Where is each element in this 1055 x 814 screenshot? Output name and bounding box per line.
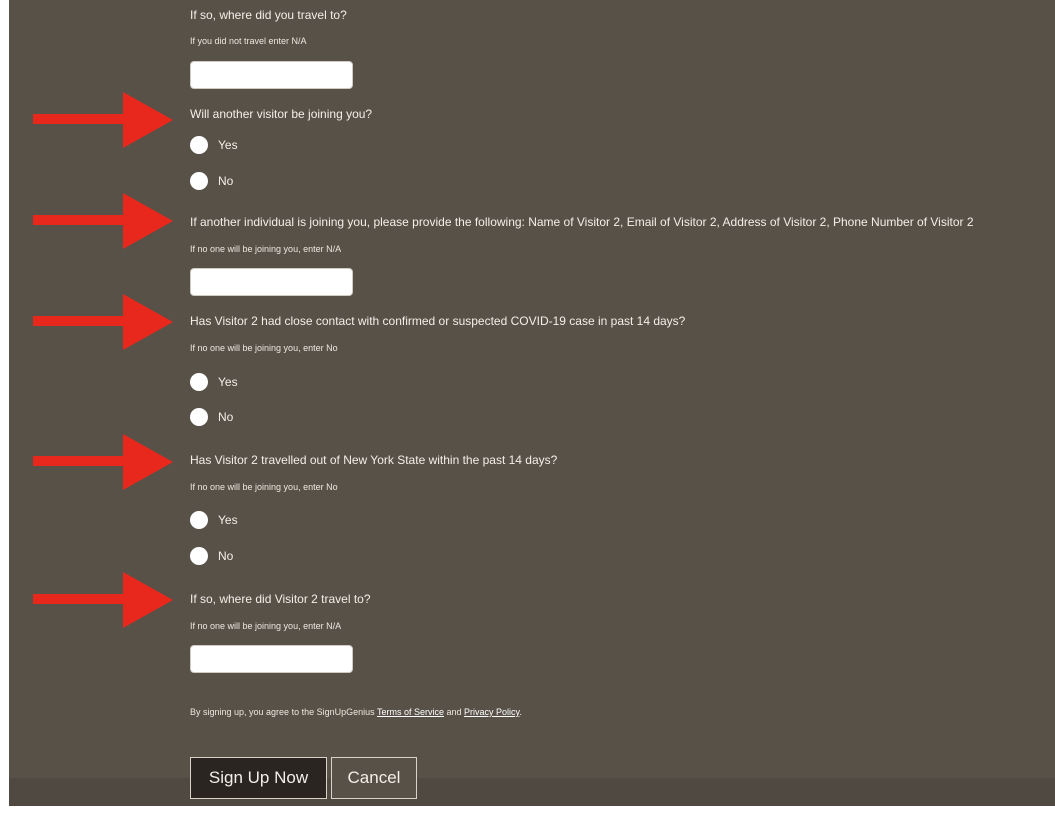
radio-travel-out-yes[interactable]: Yes	[190, 511, 238, 529]
radio-label: Yes	[218, 375, 238, 389]
red-arrow-icon	[33, 294, 173, 350]
question-visitor2-details: If another individual is joining you, pl…	[190, 215, 974, 229]
legal-suffix: .	[519, 707, 522, 717]
visitor2-details-input[interactable]	[190, 268, 353, 296]
red-arrow-icon	[33, 572, 173, 628]
legal-and: and	[444, 707, 465, 717]
red-arrow-icon	[33, 92, 173, 148]
sign-up-now-button[interactable]: Sign Up Now	[190, 757, 327, 799]
hint-visitor2-travel-out: If no one will be joining you, enter No	[190, 482, 338, 492]
legal-prefix: By signing up, you agree to the SignUpGe…	[190, 707, 377, 717]
radio-another-visitor-yes[interactable]: Yes	[190, 136, 238, 154]
red-arrow-icon	[33, 434, 173, 490]
red-arrow-icon	[33, 193, 173, 249]
travel-destination-input[interactable]	[190, 61, 353, 89]
radio-circle-icon[interactable]	[190, 511, 208, 529]
terms-of-service-link[interactable]: Terms of Service	[377, 707, 444, 717]
radio-label: Yes	[218, 513, 238, 527]
hint-visitor2-details: If no one will be joining you, enter N/A	[190, 244, 342, 254]
question-visitor2-destination: If so, where did Visitor 2 travel to?	[190, 592, 371, 606]
radio-circle-icon[interactable]	[190, 547, 208, 565]
radio-circle-icon[interactable]	[190, 136, 208, 154]
hint-travel-destination: If you did not travel enter N/A	[190, 36, 307, 46]
radio-label: No	[218, 174, 234, 188]
form-footer-band	[9, 778, 1055, 806]
hint-visitor2-covid-contact: If no one will be joining you, enter No	[190, 343, 338, 353]
radio-label: No	[218, 549, 234, 563]
visitor2-destination-input[interactable]	[190, 645, 353, 673]
question-another-visitor: Will another visitor be joining you?	[190, 107, 373, 121]
radio-circle-icon[interactable]	[190, 172, 208, 190]
legal-notice: By signing up, you agree to the SignUpGe…	[190, 707, 522, 717]
privacy-policy-link[interactable]: Privacy Policy	[464, 707, 519, 717]
radio-circle-icon[interactable]	[190, 373, 208, 391]
hint-visitor2-destination: If no one will be joining you, enter N/A	[190, 621, 342, 631]
question-visitor2-covid-contact: Has Visitor 2 had close contact with con…	[190, 314, 686, 328]
radio-label: No	[218, 410, 234, 424]
radio-label: Yes	[218, 138, 238, 152]
question-travel-destination: If so, where did you travel to?	[190, 8, 347, 22]
radio-another-visitor-no[interactable]: No	[190, 172, 233, 190]
radio-travel-out-no[interactable]: No	[190, 547, 233, 565]
radio-circle-icon[interactable]	[190, 408, 208, 426]
radio-covid-contact-yes[interactable]: Yes	[190, 373, 238, 391]
cancel-button[interactable]: Cancel	[331, 757, 417, 799]
question-visitor2-travel-out: Has Visitor 2 travelled out of New York …	[190, 453, 558, 467]
radio-covid-contact-no[interactable]: No	[190, 408, 233, 426]
